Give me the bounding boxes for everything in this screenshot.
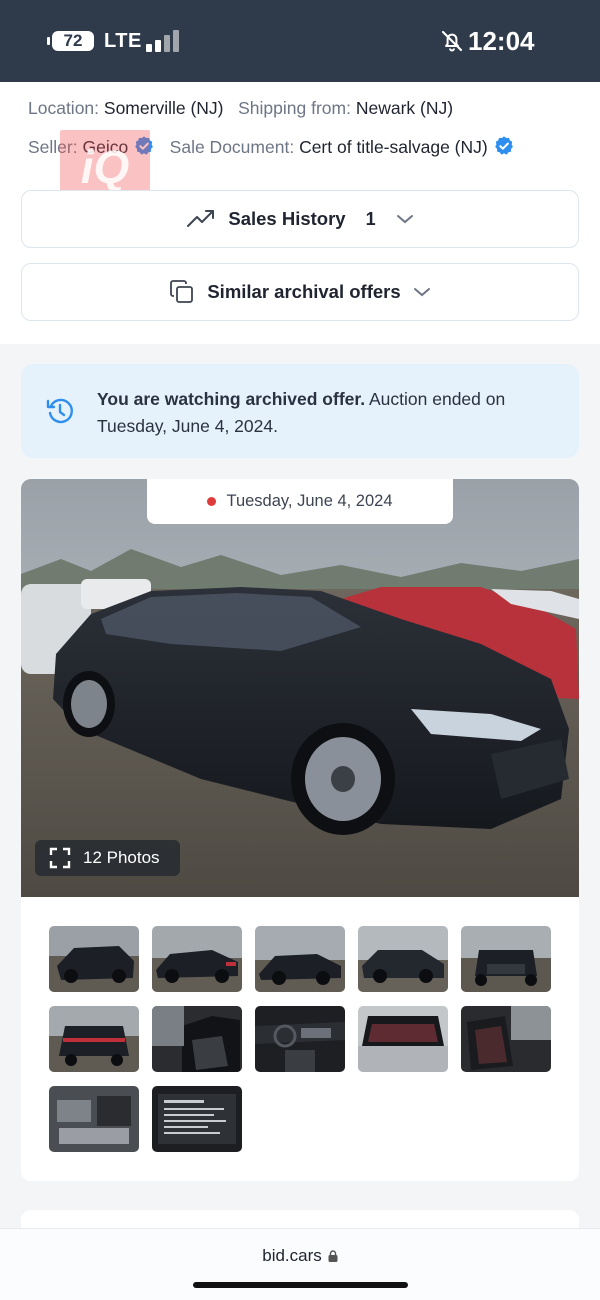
photo-thumbnail[interactable] [49,1086,139,1152]
bell-muted-icon [441,30,463,52]
auction-date-pill: Tuesday, June 4, 2024 [147,479,453,524]
photos-count-button[interactable]: 12 Photos [35,840,180,876]
photo-thumbnail[interactable] [152,926,242,992]
chevron-down-icon [413,288,430,297]
photo-thumbnail[interactable] [461,1006,551,1072]
archived-notice-text: You are watching archived offer. Auction… [97,386,557,440]
network-type: LTE [104,30,142,52]
home-indicator[interactable] [193,1282,408,1288]
shipping-label: Shipping from: [238,98,351,118]
photo-thumbnail[interactable] [358,926,448,992]
url-text: bid.cars [262,1246,322,1265]
similar-offers-button[interactable]: Similar archival offers [21,263,579,321]
photo-thumbnail[interactable] [358,1006,448,1072]
signal-icon [146,30,180,52]
auction-date: Tuesday, June 4, 2024 [226,492,393,510]
copy-icon [170,280,194,303]
fullscreen-icon [49,847,71,869]
photo-thumbnail[interactable] [255,926,345,992]
sales-history-label: Sales History [228,208,346,229]
url-display[interactable]: bid.cars [0,1246,600,1266]
chevron-down-icon [396,215,413,224]
verified-icon [494,136,513,155]
photo-thumbnail[interactable] [255,1006,345,1072]
archived-offer-notice: You are watching archived offer. Auction… [21,364,579,458]
history-icon [46,398,74,424]
lot-info-section: Location: Somerville (NJ) Shipping from:… [0,82,600,344]
battery-indicator: 72 [47,31,94,51]
status-bar: 72 LTE 12:04 [0,0,600,82]
archived-notice-bold: You are watching archived offer. [97,389,366,409]
lock-icon [328,1250,338,1262]
location-value: Somerville (NJ) [103,98,224,118]
sales-history-count: 1 [365,208,376,229]
browser-address-bar[interactable]: bid.cars [0,1228,600,1300]
photos-count-label: 12 Photos [83,848,160,867]
main-car-photo[interactable] [21,479,579,897]
document-value: Cert of title-salvage (NJ) [299,137,488,157]
photo-thumbnail[interactable] [49,926,139,992]
sales-history-button[interactable]: Sales History 1 [21,190,579,248]
photo-thumbnail[interactable] [152,1086,242,1152]
shipping-value: Newark (NJ) [355,98,454,118]
similar-offers-label: Similar archival offers [207,281,401,302]
clock: 12:04 [468,26,535,56]
status-dot [207,497,217,506]
photo-thumbnail[interactable] [49,1006,139,1072]
document-label: Sale Document: [169,137,295,157]
photo-gallery: Tuesday, June 4, 2024 12 Photos [21,479,579,1181]
location-row: Location: Somerville (NJ) Shipping from:… [28,98,453,119]
trending-up-icon [187,210,215,227]
location-label: Location: [28,98,100,118]
photo-thumbnail[interactable] [152,1006,242,1072]
photo-thumbnail[interactable] [461,926,551,992]
